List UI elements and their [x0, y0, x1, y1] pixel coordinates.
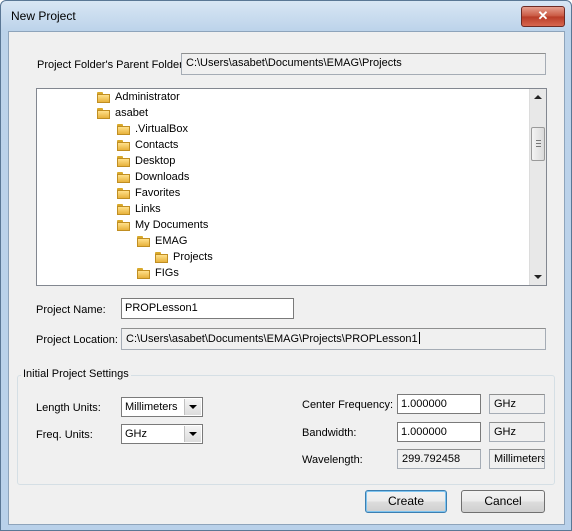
downloads-folder-icon	[117, 172, 130, 183]
wavelength-field: 299.792458	[397, 449, 481, 469]
desktop-folder-icon	[117, 156, 130, 167]
folder-icon	[97, 92, 110, 103]
tree-scrollbar[interactable]	[529, 89, 546, 285]
tree-item-label: Contacts	[135, 139, 179, 151]
center-frequency-input[interactable]: 1.000000	[397, 394, 481, 414]
tree-item-label: .VirtualBox	[135, 123, 188, 135]
close-icon: ✕	[537, 8, 549, 23]
dialog-client-area: Project Folder's Parent Folder: C:\Users…	[8, 31, 565, 525]
tree-item-label: Favorites	[135, 187, 181, 199]
folder-icon	[155, 252, 168, 263]
parent-folder-field: C:\Users\asabet\Documents\EMAG\Projects	[181, 53, 546, 75]
freq-units-select[interactable]: GHz	[121, 424, 203, 444]
scroll-thumb[interactable]	[531, 127, 545, 161]
initial-settings-legend: Initial Project Settings	[21, 368, 131, 380]
tree-item-label: My Documents	[135, 219, 209, 231]
length-units-label: Length Units:	[36, 402, 101, 414]
center-frequency-unit: GHz	[489, 394, 545, 414]
tree-item-label: Projects	[173, 251, 213, 263]
tree-item-label: FIGs	[155, 267, 179, 279]
tree-item-label: Administrator	[115, 91, 180, 103]
chevron-down-icon[interactable]	[184, 399, 201, 415]
folder-icon	[117, 124, 130, 135]
cancel-button[interactable]: Cancel	[461, 490, 545, 513]
length-units-select[interactable]: Millimeters	[121, 397, 203, 417]
project-name-input[interactable]: PROPLesson1	[121, 298, 294, 319]
folder-tree[interactable]: Administrator asabet .VirtualBox Contact…	[36, 88, 547, 286]
freq-units-label: Freq. Units:	[36, 429, 93, 441]
chevron-down-icon[interactable]	[184, 426, 201, 442]
wavelength-unit: Millimeters	[489, 449, 545, 469]
tree-item-label: EMAG	[155, 235, 188, 247]
project-location-field: C:\Users\asabet\Documents\EMAG\Projects\…	[121, 328, 546, 350]
scroll-down-icon[interactable]	[534, 275, 542, 279]
tree-item-label: Downloads	[135, 171, 190, 183]
bandwidth-label: Bandwidth:	[302, 427, 357, 439]
tree-item-label: Links	[135, 203, 161, 215]
parent-folder-label: Project Folder's Parent Folder:	[37, 59, 186, 71]
center-frequency-label: Center Frequency:	[302, 399, 394, 411]
favorites-folder-icon	[117, 188, 130, 199]
scroll-up-icon[interactable]	[534, 95, 542, 99]
documents-folder-icon	[117, 220, 130, 231]
new-project-dialog: New Project ✕ Project Folder's Parent Fo…	[0, 0, 572, 531]
tree-item-label: Desktop	[135, 155, 176, 167]
project-name-label: Project Name:	[36, 304, 106, 316]
contacts-folder-icon	[117, 140, 130, 151]
folder-icon	[137, 236, 150, 247]
create-button[interactable]: Create	[365, 490, 447, 513]
bandwidth-input[interactable]: 1.000000	[397, 422, 481, 442]
tree-item-label: asabet	[115, 107, 149, 119]
title-bar[interactable]: New Project ✕	[1, 1, 571, 31]
links-folder-icon	[117, 204, 130, 215]
folder-icon	[137, 268, 150, 279]
project-location-label: Project Location:	[36, 334, 118, 346]
dialog-title: New Project	[11, 9, 76, 23]
folder-icon	[97, 108, 110, 119]
close-button[interactable]: ✕	[521, 6, 565, 27]
wavelength-label: Wavelength:	[302, 454, 363, 466]
bandwidth-unit: GHz	[489, 422, 545, 442]
